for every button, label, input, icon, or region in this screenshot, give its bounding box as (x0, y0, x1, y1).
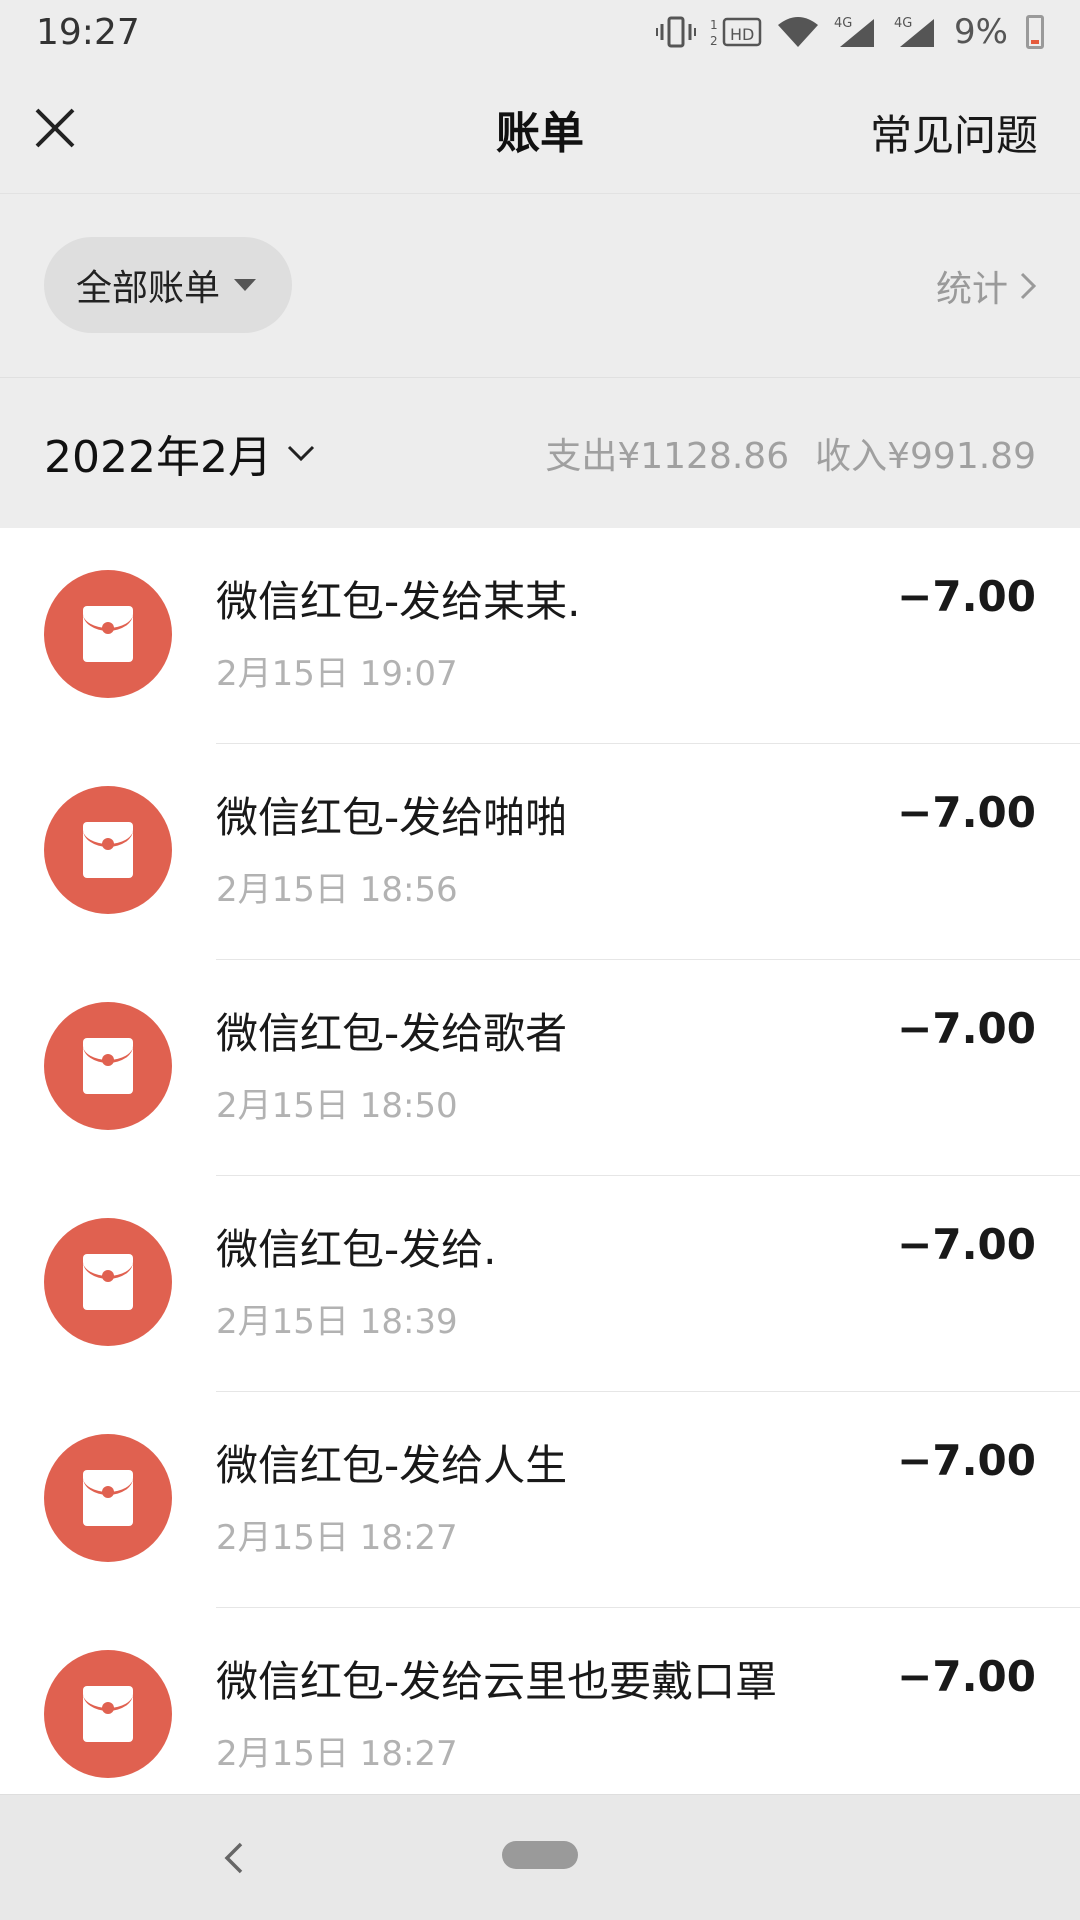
svg-text:1: 1 (710, 18, 718, 32)
transaction-title: 微信红包-发给人生 (216, 1441, 568, 1490)
transaction-row[interactable]: 微信红包-发给人生 2月15日 18:27 −7.00 (0, 1392, 1080, 1608)
transaction-title: 微信红包-发给. (216, 1225, 497, 1274)
nav-home-pill[interactable] (502, 1841, 578, 1869)
transaction-row[interactable]: 微信红包-发给某某. 2月15日 19:07 −7.00 (0, 528, 1080, 744)
page-title: 账单 (496, 107, 584, 159)
transaction-time: 2月15日 18:27 (216, 1734, 458, 1774)
faq-link[interactable]: 常见问题 (870, 102, 1038, 163)
red-envelope-icon (44, 570, 172, 698)
signal-4g-icon-1: 4G (834, 15, 880, 49)
red-envelope-icon (44, 1218, 172, 1346)
transaction-row[interactable]: 微信红包-发给云里也要戴口罩 2月15日 18:27 −7.00 (0, 1608, 1080, 1794)
transaction-time: 2月15日 18:39 (216, 1302, 458, 1342)
navigation-bar (0, 1794, 1080, 1920)
svg-text:4G: 4G (894, 16, 912, 31)
svg-text:HD: HD (730, 25, 754, 44)
svg-text:4G: 4G (834, 16, 852, 31)
red-envelope-icon (44, 786, 172, 914)
transaction-title: 微信红包-发给啪啪 (216, 793, 568, 842)
stats-link[interactable]: 统计 (936, 260, 1038, 312)
month-label: 2022年2月 (44, 432, 272, 483)
back-arrow-icon (224, 1842, 243, 1874)
stats-label: 统计 (935, 269, 1008, 310)
transaction-title: 微信红包-发给某某. (216, 577, 581, 626)
transaction-amount: −7.00 (897, 572, 1036, 621)
filter-row: 全部账单 统计 (0, 194, 1080, 378)
bill-type-label: 全部账单 (76, 268, 221, 309)
close-icon (35, 108, 75, 148)
status-bar: 19:27 HD 1 2 4G 4G 9% (0, 0, 1080, 64)
battery-icon (1026, 15, 1044, 49)
title-bar: 账单 常见问题 (0, 64, 1080, 194)
month-selector[interactable]: 2022年2月 (44, 421, 316, 485)
transaction-amount: −7.00 (897, 788, 1036, 837)
income-total: 收入¥991.89 (815, 436, 1036, 477)
caret-down-icon (234, 279, 257, 291)
signal-4g-icon-2: 4G (894, 15, 940, 49)
transaction-title: 微信红包-发给歌者 (216, 1009, 568, 1058)
transaction-amount: −7.00 (897, 1004, 1036, 1053)
transaction-row[interactable]: 微信红包-发给歌者 2月15日 18:50 −7.00 (0, 960, 1080, 1176)
hd-icon: HD 1 2 (710, 15, 762, 49)
red-envelope-icon (44, 1434, 172, 1562)
status-time: 19:27 (36, 11, 140, 53)
month-totals: 支出¥1128.86 收入¥991.89 (545, 427, 1036, 479)
red-envelope-icon (44, 1002, 172, 1130)
transaction-list: 微信红包-发给某某. 2月15日 19:07 −7.00 微信红包-发给啪啪 2… (0, 528, 1080, 1794)
transaction-time: 2月15日 18:50 (216, 1086, 458, 1126)
vibrate-icon (656, 15, 697, 49)
red-envelope-icon (44, 1650, 172, 1778)
wifi-icon (776, 15, 820, 49)
chevron-right-icon (1020, 272, 1037, 300)
transaction-time: 2月15日 18:27 (216, 1518, 458, 1558)
expense-total: 支出¥1128.86 (545, 436, 790, 477)
battery-percent: 9% (954, 12, 1008, 52)
transaction-time: 2月15日 18:56 (216, 870, 458, 910)
transaction-title: 微信红包-发给云里也要戴口罩 (216, 1657, 778, 1706)
bill-type-filter[interactable]: 全部账单 (44, 237, 292, 333)
month-summary-row: 2022年2月 支出¥1128.86 收入¥991.89 (0, 378, 1080, 528)
nav-back-button[interactable] (218, 1833, 250, 1883)
svg-text:2: 2 (710, 34, 718, 48)
transaction-time: 2月15日 19:07 (216, 654, 458, 694)
status-icons: HD 1 2 4G 4G 9% (656, 12, 1044, 52)
chevron-down-icon (287, 445, 315, 462)
transaction-amount: −7.00 (897, 1652, 1036, 1701)
transaction-amount: −7.00 (897, 1436, 1036, 1485)
transaction-row[interactable]: 微信红包-发给. 2月15日 18:39 −7.00 (0, 1176, 1080, 1392)
transaction-row[interactable]: 微信红包-发给啪啪 2月15日 18:56 −7.00 (0, 744, 1080, 960)
transaction-amount: −7.00 (897, 1220, 1036, 1269)
close-button[interactable] (30, 98, 80, 158)
